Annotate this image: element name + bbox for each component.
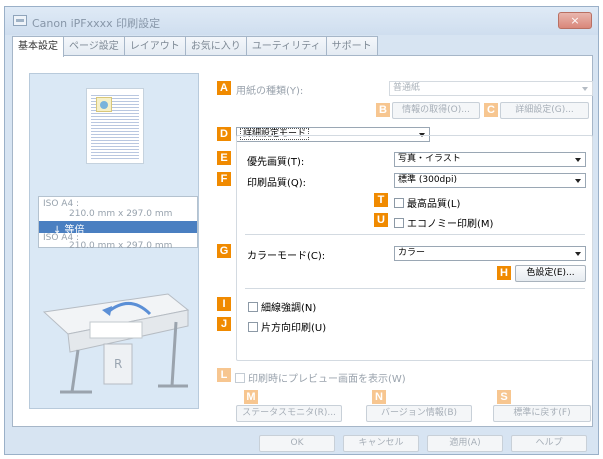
tab-layout[interactable]: レイアウト [123, 36, 186, 56]
paper-size-info: ISO A4 : 210.0 mm x 297.0 mm ↓ 等倍 ISO A4… [38, 196, 198, 251]
tab-favorites[interactable]: お気に入り [184, 36, 247, 56]
chevron-down-icon [575, 158, 581, 162]
priority-label: 優先画質(T): [247, 157, 305, 168]
marker-j: J [217, 317, 231, 331]
print-quality-select[interactable]: 標準 (300dpi) [394, 173, 586, 188]
close-button[interactable]: × [558, 12, 592, 29]
tab-bar: 基本設定 ページ設定 レイアウト お気に入り ユーティリティ サポート [12, 36, 378, 57]
tab-page-setup[interactable]: ページ設定 [63, 36, 125, 56]
version-info-button[interactable]: バージョン情報(B) [366, 405, 472, 422]
marker-a: A [217, 81, 231, 95]
marker-u: U [374, 213, 388, 227]
marker-h: H [497, 266, 511, 280]
chevron-down-icon [575, 252, 581, 256]
tab-support[interactable]: サポート [325, 36, 378, 56]
svg-text:R: R [114, 357, 122, 371]
cancel-button[interactable]: キャンセル [343, 435, 419, 452]
marker-f: F [217, 172, 231, 186]
thin-line-checkbox[interactable]: 細線強調(N) [248, 299, 316, 314]
marker-n: N [372, 390, 386, 404]
priority-select[interactable]: 写真・イラスト [394, 152, 586, 167]
unidirectional-print-checkbox[interactable]: 片方向印刷(U) [248, 319, 326, 334]
divider [245, 288, 585, 289]
help-button[interactable]: ヘルプ [511, 435, 587, 452]
ok-button[interactable]: OK [259, 435, 335, 452]
title-bar: Canon iPFxxxx 印刷設定 × [5, 7, 598, 35]
marker-s: S [497, 390, 511, 404]
apply-button[interactable]: 適用(A) [427, 435, 503, 452]
chevron-down-icon [575, 179, 581, 183]
tab-utility[interactable]: ユーティリティ [245, 36, 327, 56]
marker-m: M [244, 390, 258, 404]
highest-quality-checkbox[interactable]: 最高品質(L) [394, 195, 460, 210]
marker-t: T [374, 193, 388, 207]
status-monitor-button[interactable]: ステータスモニタ(R)... [236, 405, 342, 422]
original-size-label: ISO A4 : [43, 199, 80, 209]
printer-icon [13, 15, 27, 26]
printer-settings-window: Canon iPFxxxx 印刷設定 × 基本設定 ページ設定 レイアウト お気… [4, 6, 599, 455]
marker-b: B [376, 103, 390, 117]
marker-e: E [217, 151, 231, 165]
color-mode-select[interactable]: カラー [394, 246, 586, 261]
original-size-dims: 210.0 mm x 297.0 mm [69, 209, 173, 219]
image-thumbnail-icon [96, 97, 112, 112]
window-title: Canon iPFxxxx 印刷設定 [32, 17, 161, 30]
media-type-select[interactable]: 普通紙 [389, 81, 593, 96]
chevron-down-icon [582, 87, 588, 91]
get-info-button[interactable]: 情報の取得(O)... [392, 102, 480, 119]
paper-preview [86, 88, 144, 164]
large-format-printer-illustration: R [42, 293, 190, 394]
print-quality-label: 印刷品質(Q): [247, 178, 307, 189]
marker-l: L [217, 368, 231, 382]
restore-defaults-button[interactable]: 標準に戻す(F) [493, 405, 591, 422]
color-mode-label: カラーモード(C): [247, 251, 326, 262]
output-size-dims: 210.0 mm x 297.0 mm [69, 241, 173, 251]
preview-area: ISO A4 : 210.0 mm x 297.0 mm ↓ 等倍 ISO A4… [29, 73, 199, 409]
divider [245, 234, 585, 235]
marker-i: I [217, 297, 231, 311]
preview-before-print-checkbox[interactable]: 印刷時にプレビュー画面を表示(W) [235, 370, 406, 385]
media-type-label: 用紙の種類(Y): [236, 86, 304, 97]
marker-g: G [217, 244, 231, 258]
marker-d: D [217, 127, 231, 141]
tab-basic-settings[interactable]: 基本設定 [12, 36, 64, 57]
economy-print-checkbox[interactable]: エコノミー印刷(M) [394, 215, 493, 230]
media-details-button[interactable]: 詳細設定(G)... [500, 102, 589, 119]
marker-c: C [484, 103, 498, 117]
color-settings-button[interactable]: 色設定(E)... [515, 265, 586, 282]
